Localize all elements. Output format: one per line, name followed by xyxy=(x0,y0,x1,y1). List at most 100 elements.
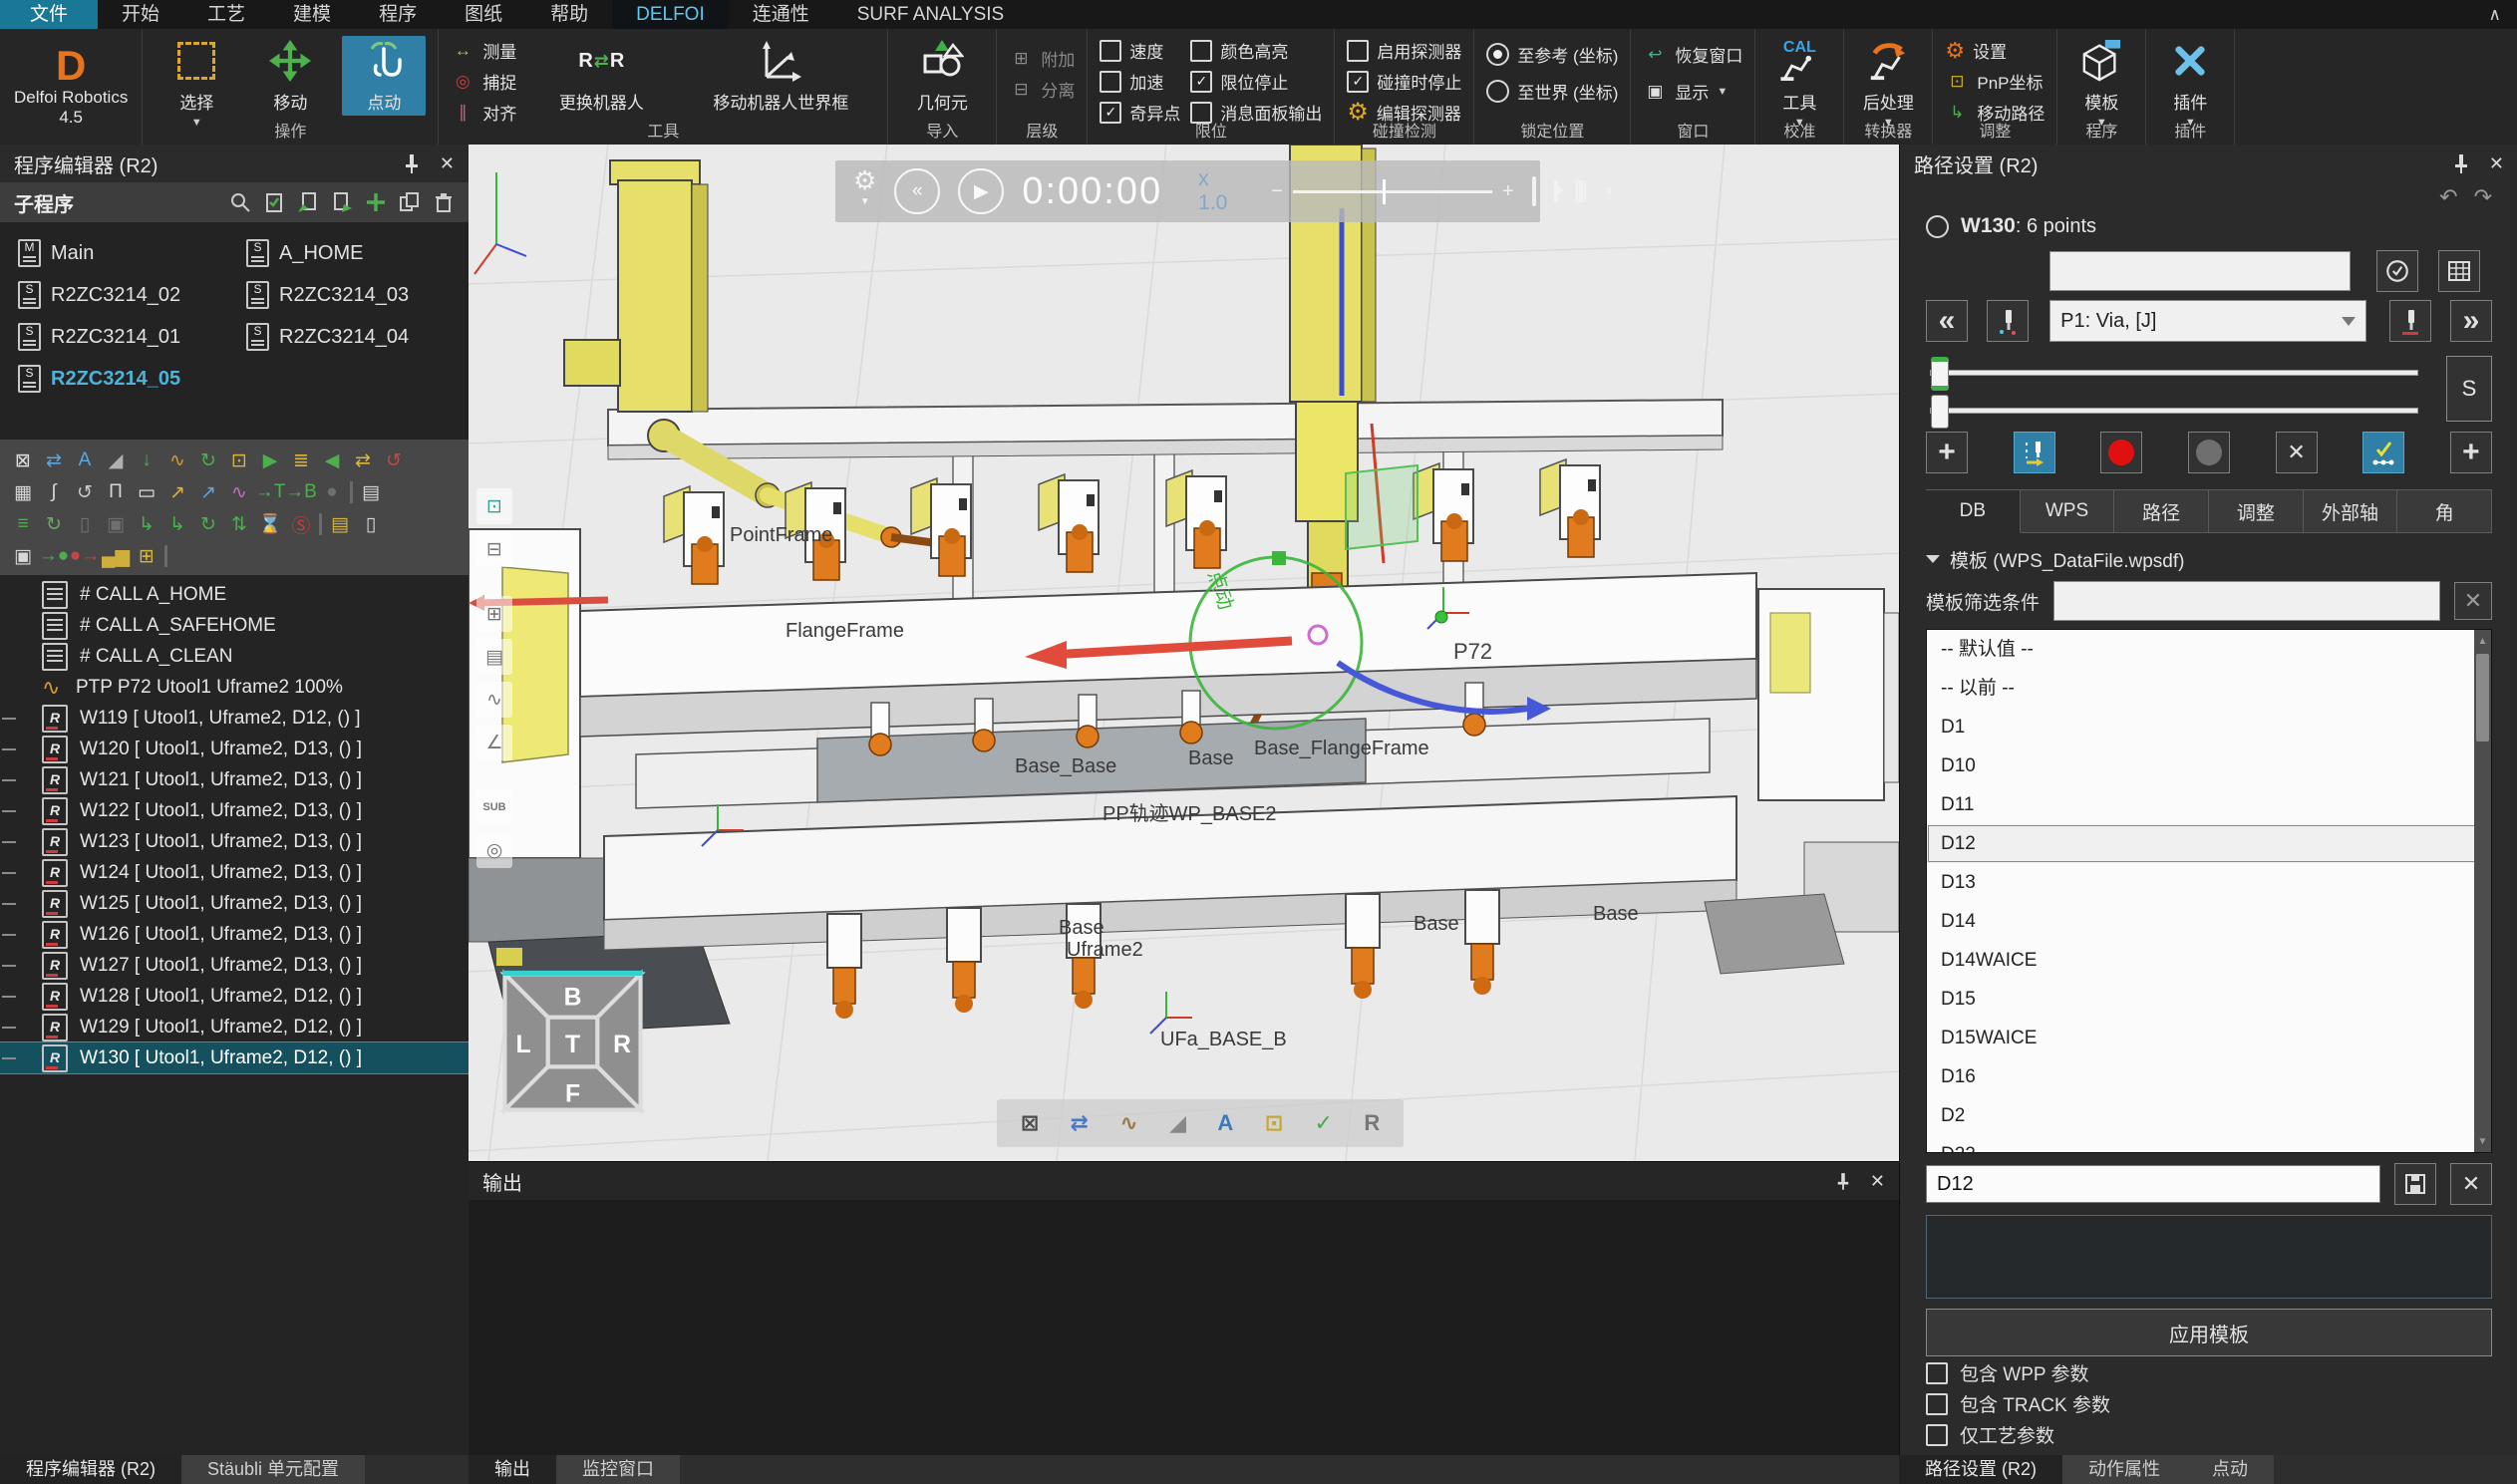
to-tool-icon[interactable]: →T xyxy=(257,479,283,505)
tool-calibration-button[interactable]: CAL 工具▼ xyxy=(1767,36,1831,129)
sweep-icon[interactable]: ↺ xyxy=(381,447,407,473)
clear-filter-button[interactable]: ✕ xyxy=(2454,582,2492,620)
paste-icon[interactable]: ▯ xyxy=(72,511,98,537)
stats-icon[interactable]: ▄▆ xyxy=(103,543,129,569)
menu-item[interactable]: SURF ANALYSIS xyxy=(833,0,1028,29)
menu-item[interactable]: 帮助 xyxy=(526,0,612,29)
swap-robot-button[interactable]: R⇄R 更换机器人 xyxy=(526,36,676,116)
settings-tab[interactable]: DB xyxy=(1926,489,2021,533)
restore-window-button[interactable]: ↩恢复窗口 xyxy=(1643,40,1742,69)
search-icon[interactable] xyxy=(229,191,251,213)
dock-tab[interactable]: 输出 xyxy=(469,1455,556,1484)
spline-icon[interactable]: ∫ xyxy=(41,479,67,505)
spiral-icon[interactable]: ↺ xyxy=(72,479,98,505)
menu-item[interactable]: DELFOI xyxy=(612,0,729,29)
record-video-icon[interactable] xyxy=(1554,180,1558,202)
show-menu-button[interactable]: ▣显示▼ xyxy=(1643,77,1742,106)
jog-button[interactable]: 点动 xyxy=(342,36,426,116)
rewind-button[interactable]: « xyxy=(894,168,940,214)
io-in-icon[interactable]: →● xyxy=(41,543,67,569)
program-statement[interactable]: W130 [ Utool1, Uframe2, D12, () ] xyxy=(0,1042,469,1073)
template-list-item[interactable]: D14 xyxy=(1927,902,2491,941)
validate-icon[interactable] xyxy=(263,191,285,213)
attach-button[interactable]: ⊞附加 xyxy=(1009,44,1075,73)
menu-item[interactable]: 开始 xyxy=(98,0,183,29)
branch-alt-icon[interactable]: ↳ xyxy=(164,511,190,537)
import-program-icon[interactable] xyxy=(297,191,319,213)
slider-track-1[interactable] xyxy=(1930,370,2418,376)
select-button[interactable]: 选择▼ xyxy=(155,36,238,129)
confirm-button[interactable] xyxy=(2376,250,2418,292)
template-list-item[interactable]: D16 xyxy=(1927,1057,2491,1096)
speed-slider[interactable] xyxy=(1293,190,1492,193)
scrollbar[interactable]: ▲ ▼ xyxy=(2474,630,2491,1152)
program-statement[interactable]: W124 [ Utool1, Uframe2, D13, () ] xyxy=(0,857,469,888)
collapse-icon[interactable] xyxy=(1926,555,1940,563)
circular-icon[interactable]: ↻ xyxy=(41,511,67,537)
program-statement[interactable]: W122 [ Utool1, Uframe2, D13, () ] xyxy=(0,795,469,826)
slider-handle-2[interactable] xyxy=(1931,395,1949,429)
scrollbar-thumb[interactable] xyxy=(2476,654,2489,742)
export-pdf-icon[interactable] xyxy=(1532,176,1536,206)
stop-on-collision-checkbox[interactable]: 碰撞时停止 xyxy=(1347,67,1461,96)
delete-icon[interactable] xyxy=(433,191,455,213)
program-statement[interactable]: W119 [ Utool1, Uframe2, D12, () ] xyxy=(0,703,469,734)
dock-tab[interactable]: 点动 xyxy=(2186,1455,2274,1484)
pnp-coords-button[interactable]: ⊡PnP坐标 xyxy=(1945,67,2045,96)
lock-to-world-radio[interactable]: 至世界 (坐标) xyxy=(1486,77,1618,106)
record-disabled-icon[interactable]: ● xyxy=(319,479,345,505)
template-list-item[interactable]: -- 默认值 -- xyxy=(1927,630,2491,669)
menu-item[interactable]: 工艺 xyxy=(183,0,269,29)
frame-box-icon[interactable]: ⊡ xyxy=(226,447,252,473)
run-settings-icon[interactable]: ≣ xyxy=(288,447,314,473)
dock-tab[interactable]: 动作属性 xyxy=(2062,1455,2186,1484)
point-radio[interactable] xyxy=(1926,215,1949,238)
template-list-item[interactable]: D2 xyxy=(1927,1096,2491,1135)
menu-item[interactable]: 建模 xyxy=(269,0,355,29)
template-description-box[interactable] xyxy=(1926,1215,2492,1299)
slider-handle-1[interactable] xyxy=(1931,357,1949,391)
post-process-button[interactable]: 后处理▼ xyxy=(1856,36,1920,129)
snap-button[interactable]: ◎捕捉 xyxy=(451,67,516,96)
insert-point-icon[interactable]: ↓ xyxy=(134,447,159,473)
menu-item[interactable]: 连通性 xyxy=(729,0,833,29)
subprogram-item[interactable]: S R2ZC3214_02 xyxy=(6,281,234,309)
previous-point-button[interactable]: « xyxy=(1926,300,1968,342)
delete-template-button[interactable]: ✕ xyxy=(2450,1163,2492,1205)
template-list-item[interactable]: D14WAICE xyxy=(1927,941,2491,980)
grid-icon[interactable]: ▦ xyxy=(10,479,36,505)
template-list-item[interactable]: D11 xyxy=(1927,785,2491,824)
template-list-item[interactable]: -- 以前 -- xyxy=(1927,669,2491,708)
template-list-item[interactable]: D15WAICE xyxy=(1927,1019,2491,1057)
program-statement[interactable]: # CALL A_HOME xyxy=(0,579,469,610)
export-program-icon[interactable]: ▤ xyxy=(358,479,384,505)
save-template-button[interactable] xyxy=(2394,1163,2436,1205)
to-base-icon[interactable]: →B xyxy=(288,479,314,505)
apply-template-button[interactable]: 应用模板 xyxy=(1926,1309,2492,1356)
template-list-item[interactable]: D13 xyxy=(1927,863,2491,902)
target-icon[interactable]: ◎ xyxy=(476,832,512,868)
step-path-icon[interactable]: Π xyxy=(103,479,129,505)
play-back-icon[interactable]: ◀ xyxy=(319,447,345,473)
document-icon[interactable]: ▯ xyxy=(358,511,384,537)
menu-item[interactable]: 文件 xyxy=(0,0,98,29)
fit-view-icon[interactable]: ⊡ xyxy=(476,488,512,524)
pin-icon[interactable] xyxy=(404,153,420,173)
export-program-icon[interactable] xyxy=(331,191,353,213)
add-point-before-button[interactable]: + xyxy=(1926,432,1968,473)
check-circle-icon[interactable]: ✓ xyxy=(1315,1110,1333,1136)
subprogram-item[interactable]: S R2ZC3214_01 xyxy=(6,323,234,351)
add-point-after-button[interactable]: + xyxy=(2450,432,2492,473)
program-statement[interactable]: W120 [ Utool1, Uframe2, D13, () ] xyxy=(0,734,469,764)
speed-checkbox[interactable]: 速度 xyxy=(1100,36,1180,65)
apply-points-button[interactable] xyxy=(2362,432,2404,473)
program-statement[interactable]: # CALL A_SAFEHOME xyxy=(0,610,469,641)
speed-plus-button[interactable]: + xyxy=(1502,180,1514,203)
undo-icon[interactable]: ↶ xyxy=(2439,186,2457,210)
point-arrow-icon[interactable]: ↗ xyxy=(195,479,221,505)
align-lines-icon[interactable]: ≡ xyxy=(10,511,36,537)
record-disabled-button[interactable] xyxy=(2188,432,2230,473)
subprogram-item[interactable]: S R2ZC3214_05 xyxy=(6,365,234,393)
program-statement[interactable]: W121 [ Utool1, Uframe2, D13, () ] xyxy=(0,764,469,795)
slope-graph-icon[interactable]: ◢ xyxy=(103,447,129,473)
